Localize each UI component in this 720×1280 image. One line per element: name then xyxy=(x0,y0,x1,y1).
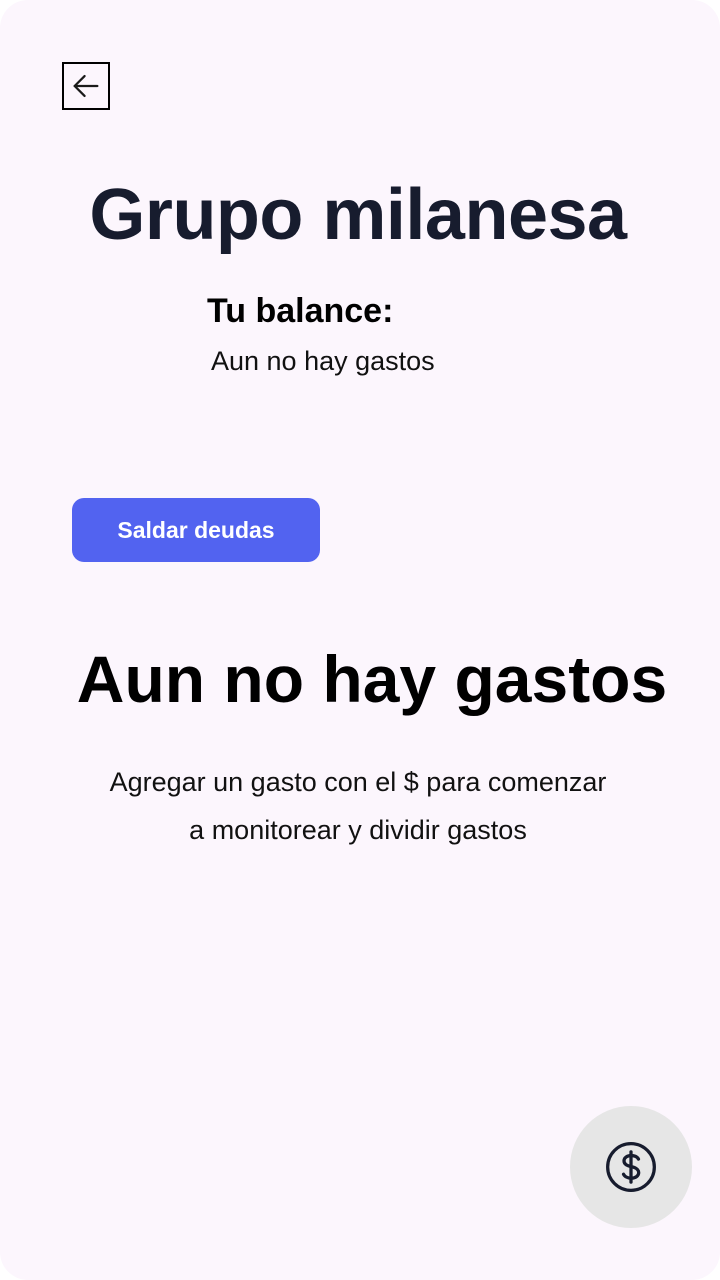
arrow-left-icon xyxy=(73,74,99,98)
balance-label: Tu balance: xyxy=(207,292,394,330)
dollar-circle-icon xyxy=(606,1142,656,1192)
back-button[interactable] xyxy=(62,62,110,110)
empty-state-description-line2: a monitorear y dividir gastos xyxy=(189,815,527,845)
page-title: Grupo milanesa xyxy=(89,175,627,255)
empty-state-title: Aun no hay gastos xyxy=(76,642,668,716)
settle-debts-button[interactable]: Saldar deudas xyxy=(72,498,320,562)
balance-value: Aun no hay gastos xyxy=(211,346,435,376)
group-screen: Grupo milanesa Tu balance: Aun no hay ga… xyxy=(0,0,720,1280)
add-expense-button[interactable] xyxy=(570,1106,692,1228)
empty-state-description: Agregar un gasto con el $ para comenzar … xyxy=(40,758,676,854)
empty-state-description-line1: Agregar un gasto con el $ para comenzar xyxy=(109,767,607,797)
